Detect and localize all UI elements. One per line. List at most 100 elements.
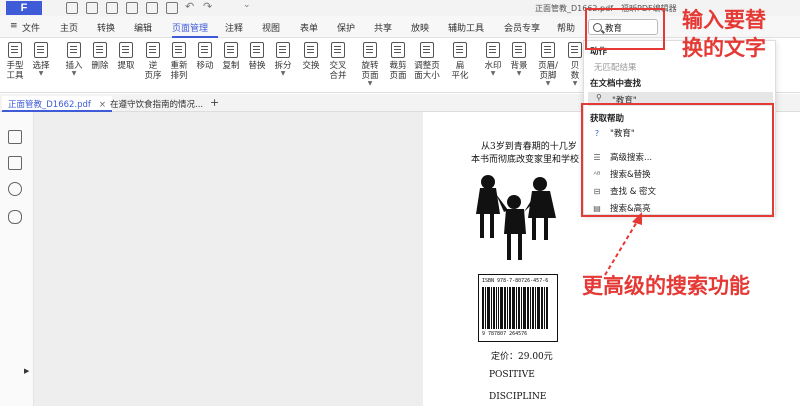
background-icon bbox=[512, 42, 526, 58]
chevron-down-icon: ▼ bbox=[367, 80, 373, 87]
no-match-text: 无匹配结果 bbox=[594, 63, 637, 73]
menu-home[interactable]: 主页 bbox=[60, 21, 78, 34]
menu-page-management[interactable]: 页面管理 bbox=[172, 21, 208, 34]
split-button[interactable]: 拆分 ▼ bbox=[270, 40, 296, 77]
menu-help[interactable]: 帮助 bbox=[557, 21, 575, 34]
header-footer-button[interactable]: 页眉/ 页脚 ▼ bbox=[533, 40, 563, 87]
chevron-down-icon: ▼ bbox=[490, 70, 496, 77]
bates-icon bbox=[568, 42, 582, 58]
menu-protect[interactable]: 保护 bbox=[337, 21, 355, 34]
hamburger-icon[interactable]: ≡ bbox=[10, 21, 18, 31]
tab-document[interactable]: 在遵守饮食指南的情况... bbox=[104, 96, 209, 112]
page-text-line: 从3岁到青春期的十几岁 bbox=[481, 142, 577, 152]
print-icon[interactable] bbox=[106, 2, 118, 14]
barcode-bars bbox=[482, 287, 554, 329]
expand-panel-icon[interactable]: ▶ bbox=[24, 367, 29, 375]
rearrange-icon bbox=[172, 42, 186, 58]
menu-form[interactable]: 表单 bbox=[300, 21, 318, 34]
menu-presentation[interactable]: 放映 bbox=[411, 21, 429, 34]
barcode-number: 9 787807 264576 bbox=[482, 331, 528, 337]
isbn-text: ISBN 978-7-80726-457-6 bbox=[482, 278, 549, 284]
menu-tools[interactable]: 辅助工具 bbox=[448, 21, 484, 34]
interleave-merge-button[interactable]: 交叉 合并 bbox=[325, 40, 351, 81]
bookmark-icon[interactable] bbox=[8, 130, 22, 144]
extract-page-button[interactable]: 提取 bbox=[113, 40, 139, 71]
menu-comment[interactable]: 注释 bbox=[225, 21, 243, 34]
search-icon: ⚲ bbox=[596, 93, 602, 102]
tab-document-active[interactable]: 正面管教_D1662.pdf × bbox=[2, 96, 113, 112]
merge-icon bbox=[331, 42, 345, 58]
image-icon[interactable] bbox=[146, 2, 158, 14]
replace-page-icon bbox=[250, 42, 264, 58]
menu-edit[interactable]: 编辑 bbox=[134, 21, 152, 34]
watermark-button[interactable]: 水印 ▼ bbox=[480, 40, 506, 77]
find-in-document-header: 在文档中查找 bbox=[590, 79, 642, 89]
select-icon bbox=[34, 42, 48, 58]
annotation-input-text: 输入要替 换的文字 bbox=[682, 8, 766, 60]
annotation-box-advanced bbox=[581, 103, 774, 217]
document-icon[interactable] bbox=[166, 2, 178, 14]
copy-page-icon bbox=[224, 42, 238, 58]
annotation-arrow bbox=[604, 212, 642, 276]
menu-file[interactable]: 文件 bbox=[22, 21, 40, 34]
insert-page-button[interactable]: 插入 ▼ bbox=[61, 40, 87, 77]
title-bar: F ↶ ↷ ⌄ 正面管教_D1662.pdf - 福昕PDF编辑器 bbox=[0, 0, 800, 16]
menu-share[interactable]: 共享 bbox=[374, 21, 392, 34]
background-button[interactable]: 背景 ▼ bbox=[506, 40, 532, 77]
rearrange-button[interactable]: 重新 排列 bbox=[166, 40, 192, 81]
resize-icon bbox=[420, 42, 434, 58]
chevron-down-icon: ▼ bbox=[516, 70, 522, 77]
add-tab-button[interactable]: + bbox=[210, 96, 219, 109]
menu-convert[interactable]: 转换 bbox=[97, 21, 115, 34]
chevron-down-icon: ▼ bbox=[280, 70, 286, 77]
isbn-barcode: ISBN 978-7-80726-457-6 9 787807 264576 bbox=[478, 274, 558, 342]
menu-bar: ≡ 文件 主页 转换 编辑 页面管理 注释 视图 表单 保护 共享 放映 辅助工… bbox=[0, 16, 800, 38]
pages-icon[interactable] bbox=[8, 156, 22, 170]
chevron-down-icon: ▼ bbox=[545, 80, 551, 87]
side-panel: ▶ bbox=[0, 112, 34, 406]
quick-access-dropdown-icon[interactable]: ⌄ bbox=[243, 0, 251, 10]
redo-icon[interactable]: ↷ bbox=[203, 0, 212, 13]
open-folder-icon[interactable] bbox=[66, 2, 78, 14]
delete-page-button[interactable]: 删除 bbox=[87, 40, 113, 71]
page-text-line: DISCIPLINE bbox=[489, 392, 547, 402]
undo-icon[interactable]: ↶ bbox=[185, 0, 194, 13]
reverse-order-icon bbox=[146, 42, 160, 58]
insert-page-icon bbox=[67, 42, 81, 58]
delete-page-icon bbox=[93, 42, 107, 58]
flatten-icon bbox=[453, 42, 467, 58]
chevron-down-icon: ▼ bbox=[38, 70, 44, 77]
reverse-order-button[interactable]: 逆 页序 bbox=[140, 40, 166, 81]
attachment-icon[interactable] bbox=[8, 210, 22, 224]
save-icon[interactable] bbox=[86, 2, 98, 14]
hand-tool-button[interactable]: 手型 工具 bbox=[2, 40, 28, 81]
hand-icon bbox=[8, 42, 22, 58]
page-icon[interactable] bbox=[126, 2, 138, 14]
rotate-icon bbox=[363, 42, 377, 58]
move-page-icon bbox=[198, 42, 212, 58]
app-logo: F bbox=[6, 1, 42, 15]
watermark-icon bbox=[486, 42, 500, 58]
crop-page-button[interactable]: 裁剪 页面 bbox=[385, 40, 411, 81]
header-footer-icon bbox=[541, 42, 555, 58]
comment-icon[interactable] bbox=[8, 182, 22, 196]
page-text-line: 本书而彻底改变家里和学校 bbox=[471, 155, 580, 165]
extract-page-icon bbox=[119, 42, 133, 58]
price-text: 定价：29.00元 bbox=[491, 352, 553, 362]
replace-page-button[interactable]: 替换 bbox=[244, 40, 270, 71]
move-page-button[interactable]: 移动 bbox=[192, 40, 218, 71]
menu-view[interactable]: 视图 bbox=[262, 21, 280, 34]
crop-icon bbox=[391, 42, 405, 58]
select-tool-button[interactable]: 选择 ▼ bbox=[28, 40, 54, 77]
copy-page-button[interactable]: 复制 bbox=[218, 40, 244, 71]
swap-button[interactable]: 交换 bbox=[298, 40, 324, 71]
page-text-line: POSITIVE bbox=[489, 370, 535, 380]
menu-member[interactable]: 会员专享 bbox=[504, 21, 540, 34]
rotate-page-button[interactable]: 旋转 页面 ▼ bbox=[357, 40, 383, 87]
flatten-button[interactable]: 扁 平化 bbox=[447, 40, 473, 81]
chevron-down-icon: ▼ bbox=[71, 70, 77, 77]
swap-icon bbox=[304, 42, 318, 58]
split-icon bbox=[276, 42, 290, 58]
resize-page-button[interactable]: 调整页 面大小 bbox=[412, 40, 442, 81]
annotation-box-search bbox=[585, 8, 665, 50]
